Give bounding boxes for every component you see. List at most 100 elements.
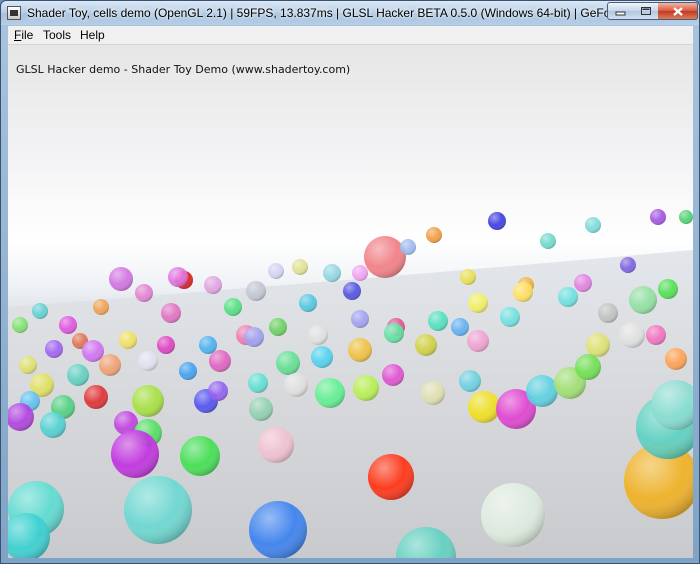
ball-shading [459,370,481,392]
ball-shading [179,362,197,380]
ball-shading [575,354,601,380]
ball-shading [368,454,414,500]
ball-shading [168,267,188,287]
ball-shading [348,338,372,362]
ball-shading [481,483,545,547]
render-viewport[interactable]: GLSL Hacker demo - Shader Toy Demo (www.… [8,45,693,558]
ball-shading [208,381,228,401]
ball-shading [646,325,666,345]
close-button[interactable] [658,2,698,20]
ball-shading [99,354,121,376]
minimize-icon [615,11,626,15]
ball-shading [679,210,693,224]
ball-shading [382,364,404,386]
ball-shading [488,212,506,230]
ball-shading [284,373,308,397]
ball-shading [276,351,300,375]
ball-shading [40,412,66,438]
ball-shading [574,274,592,292]
demo-caption: GLSL Hacker demo - Shader Toy Demo (www.… [16,63,351,76]
ball-shading [650,209,666,225]
menu-tools[interactable]: Tools [42,28,72,43]
ball-shading [598,303,618,323]
ball-shading [268,263,284,279]
ball-shading [468,293,488,313]
ball-shading [629,286,657,314]
ball-shading [558,287,578,307]
menu-bar: File Tools Help [8,26,693,45]
ball-shading [19,356,37,374]
ball-shading [353,375,379,401]
ball-shading [526,375,558,407]
ball-shading [180,436,220,476]
ball-shading [59,316,77,334]
ball-shading [315,378,345,408]
ball-shading [249,397,273,421]
ball-shading [249,501,307,558]
ball-shading [248,373,268,393]
ball-shading [209,350,231,372]
ball-shading [619,322,645,348]
menu-help[interactable]: Help [79,28,106,43]
ball-shading [351,310,369,328]
app-icon[interactable] [7,6,21,20]
ball-shading [428,311,448,331]
ball-shading [540,233,556,249]
ball-shading [364,236,406,278]
ball-shading [421,381,445,405]
ball-shading [500,307,520,327]
minimize-button[interactable] [607,2,634,20]
ball-shading [224,298,242,316]
ball-shading [199,336,217,354]
maximize-icon [640,7,651,15]
ball-shading [620,257,636,273]
ball-shading [124,476,192,544]
ball-shading [451,318,469,336]
ball-shading [415,334,437,356]
title-bar[interactable]: Shader Toy, cells demo (OpenGL 2.1) | 59… [1,1,699,25]
ball-shading [585,217,601,233]
ball-shading [658,279,678,299]
close-icon [672,6,683,16]
ball-shading [109,267,133,291]
ball-shading [258,427,294,463]
ball-shading [246,281,266,301]
ball-shading [468,391,500,423]
shader-scene [8,209,693,558]
menu-file[interactable]: File [13,28,34,43]
ball-shading [82,340,104,362]
ball-shading [400,239,416,255]
ball-shading [586,333,610,357]
ball-shading [467,330,489,352]
ball-shading [119,331,137,349]
ball-shading [45,340,63,358]
ball-shading [161,303,181,323]
ball-shading [244,327,264,347]
ball-shading [513,282,533,302]
maximize-button[interactable] [633,2,659,20]
ball-shading [67,364,89,386]
ball-shading [308,325,328,345]
ball-shading [157,336,175,354]
ball-shading [269,318,287,336]
ball-shading [343,282,361,300]
ball-shading [132,385,164,417]
ball-shading [426,227,442,243]
ball-shading [84,385,108,409]
ball-shading [111,430,159,478]
window-title: Shader Toy, cells demo (OpenGL 2.1) | 59… [27,6,617,20]
ball-shading [299,294,317,312]
ball-shading [135,284,153,302]
ball-shading [384,323,404,343]
ball-shading [93,299,109,315]
ball-shading [138,351,158,371]
ball-shading [311,346,333,368]
ball-shading [32,303,48,319]
ball-shading [12,317,28,333]
ball-shading [352,265,368,281]
ball-shading [665,348,687,370]
app-window: Shader Toy, cells demo (OpenGL 2.1) | 59… [0,0,700,564]
ball-shading [204,276,222,294]
ball-shading [460,269,476,285]
ball-shading [323,264,341,282]
